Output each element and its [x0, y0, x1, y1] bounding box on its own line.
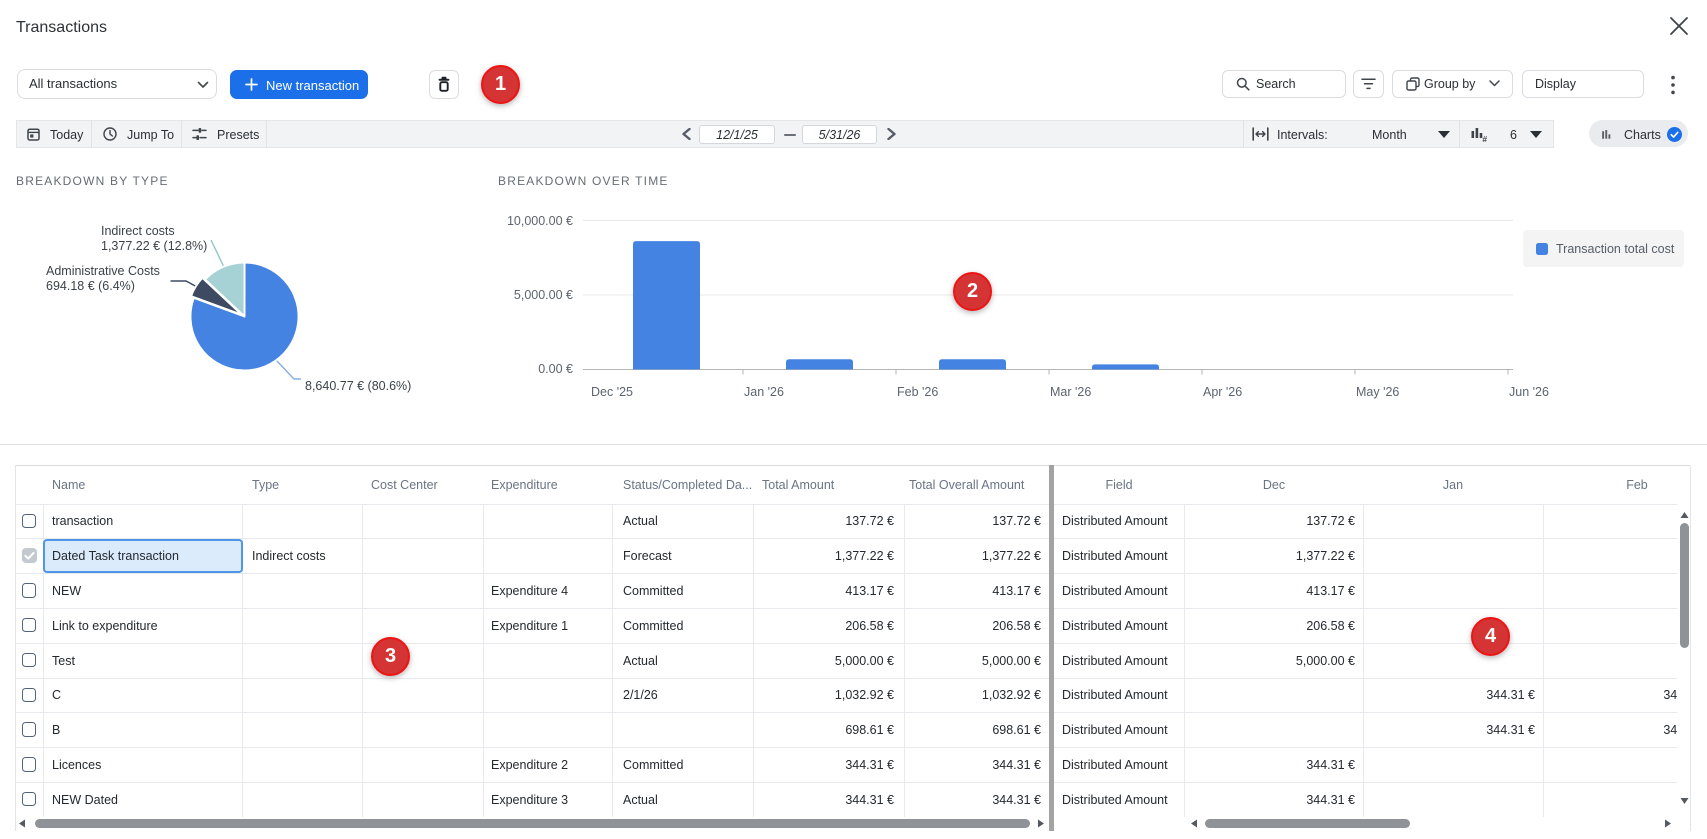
svg-text:#: #	[1482, 134, 1487, 142]
